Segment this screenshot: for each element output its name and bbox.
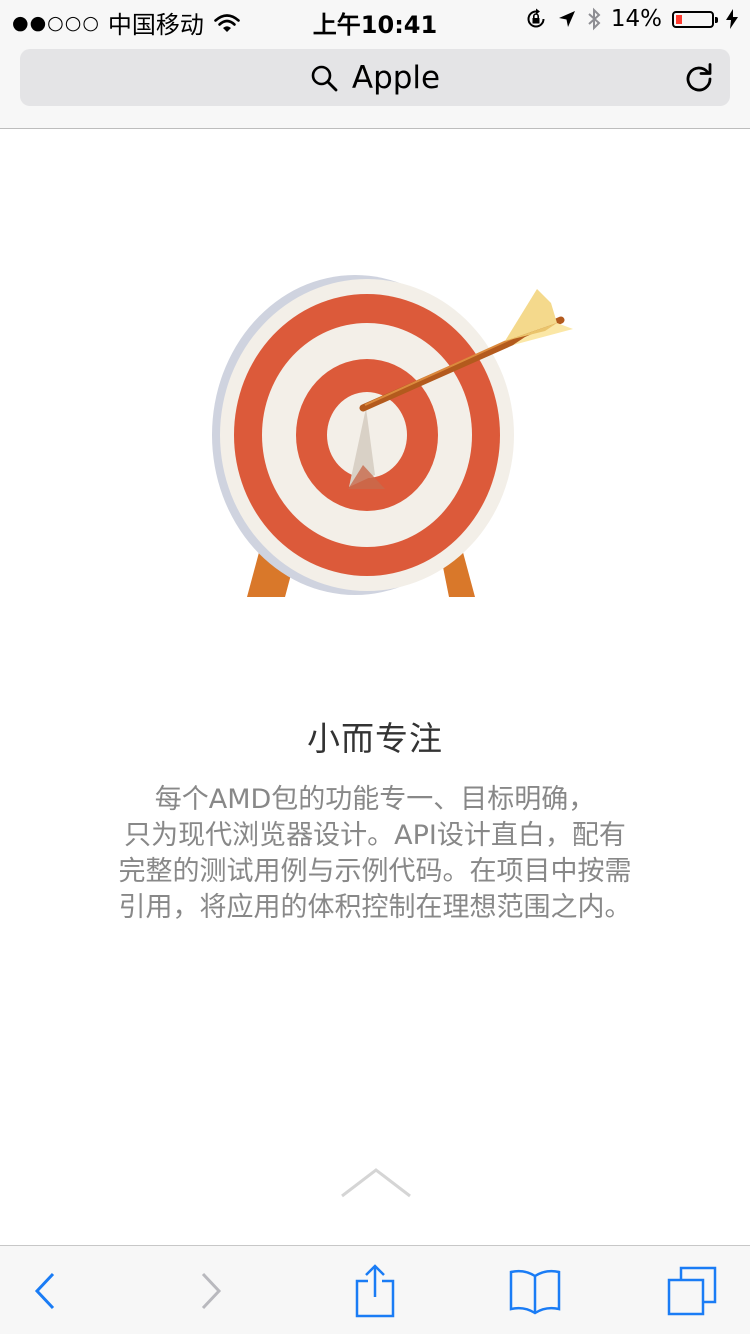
battery-icon [672,10,718,28]
status-bar-right: 14% [515,6,738,32]
section-description: 每个AMD包的功能专一、目标明确， 只为现代浏览器设计。API设计直白，配有 完… [80,782,670,926]
battery-percent: 14% [610,6,662,32]
address-bar[interactable]: Apple [20,49,730,106]
safari-screen: ●●○○○ 中国移动 上午10:41 14% Apple 小而专注 每个AMD包… [0,0,750,1334]
share-icon [355,1263,395,1317]
bottom-toolbar [0,1245,750,1334]
tabs-icon [667,1266,717,1315]
reload-icon[interactable] [684,62,714,92]
browser-top-chrome: ●●○○○ 中国移动 上午10:41 14% Apple [0,0,750,129]
bookmarks-button[interactable] [505,1246,565,1334]
battery-level [676,14,682,24]
share-button[interactable] [345,1246,405,1334]
bookmarks-icon [509,1269,561,1314]
section-title: 小而专注 [307,719,443,758]
target-with-arrow-illustration [212,275,573,597]
back-button[interactable] [20,1246,70,1334]
address-text[interactable]: Apple [352,60,440,96]
orientation-lock-icon [527,8,545,28]
description-line: 引用，将应用的体积控制在理想范围之内。 [118,892,632,923]
charging-bolt-icon [726,9,738,29]
status-bar: ●●○○○ 中国移动 上午10:41 14% [0,0,750,40]
description-line: 完整的测试用例与示例代码。在项目中按需 [118,856,632,887]
description-line: 每个AMD包的功能专一、目标明确， [154,784,596,815]
address-bar-content: Apple [20,49,730,106]
tabs-button[interactable] [662,1246,722,1334]
search-icon [311,65,338,91]
back-icon [34,1272,55,1309]
forward-button[interactable] [186,1246,236,1334]
bluetooth-icon [588,7,601,31]
description-line: 只为现代浏览器设计。API设计直白，配有 [124,820,626,851]
forward-icon [201,1272,222,1309]
scroll-up-chevron-icon[interactable] [339,1166,413,1200]
location-arrow-icon [558,11,575,27]
